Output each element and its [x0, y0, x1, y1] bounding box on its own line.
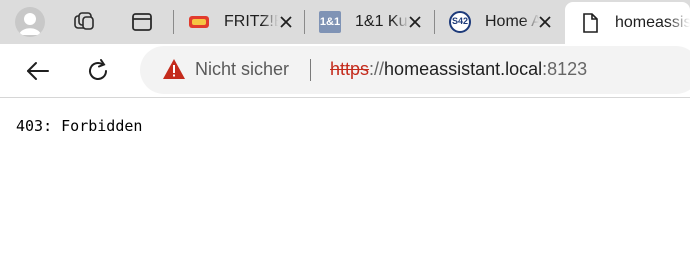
favicon-label: 1&1	[319, 16, 341, 28]
close-icon[interactable]	[407, 14, 423, 30]
url-scheme: https	[330, 59, 370, 79]
error-message: 403: Forbidden	[16, 117, 143, 135]
tab-home-assistant[interactable]: S42 Home Assistant	[435, 8, 563, 36]
fritz-icon	[188, 11, 210, 33]
security-label[interactable]: Nicht sicher	[195, 59, 289, 80]
url-host: homeassistant.local	[384, 59, 543, 79]
warning-icon[interactable]	[162, 58, 186, 80]
tab-fritzbox[interactable]: FRITZ!Box	[174, 8, 304, 36]
address-bar[interactable]: Nicht sicher https://homeassistant.local…	[140, 46, 690, 94]
url-separator: ://	[369, 59, 385, 79]
toolbar: Nicht sicher https://homeassistant.local…	[0, 44, 690, 98]
close-icon[interactable]	[278, 14, 294, 30]
address-divider	[310, 59, 311, 81]
page-icon	[579, 12, 601, 34]
profile-avatar[interactable]	[15, 7, 45, 37]
tab-title: Home Assistant	[485, 13, 539, 30]
tab-strip: FRITZ!Box 1&1 1&1 Kundencenter S42 Home …	[0, 0, 690, 44]
tab-1und1[interactable]: 1&1 1&1 Kundencenter	[305, 8, 433, 36]
tab-title: 1&1 Kundencenter	[355, 13, 409, 30]
url-port: :8123	[542, 59, 588, 79]
tab-actions-icon[interactable]	[130, 10, 154, 34]
1und1-icon: 1&1	[319, 11, 341, 33]
tab-title: homeassistant.local	[615, 14, 690, 31]
tab-title: FRITZ!Box	[224, 13, 278, 30]
tab-homeassistant-local[interactable]: homeassistant.local	[565, 2, 690, 44]
s42-icon: S42	[449, 11, 471, 33]
favicon-label: S42	[452, 16, 469, 26]
refresh-icon[interactable]	[84, 57, 112, 85]
url-text[interactable]: https://homeassistant.local:8123	[330, 59, 587, 80]
close-icon[interactable]	[537, 14, 553, 30]
back-arrow-icon[interactable]	[24, 57, 52, 85]
collections-icon[interactable]	[72, 10, 96, 34]
